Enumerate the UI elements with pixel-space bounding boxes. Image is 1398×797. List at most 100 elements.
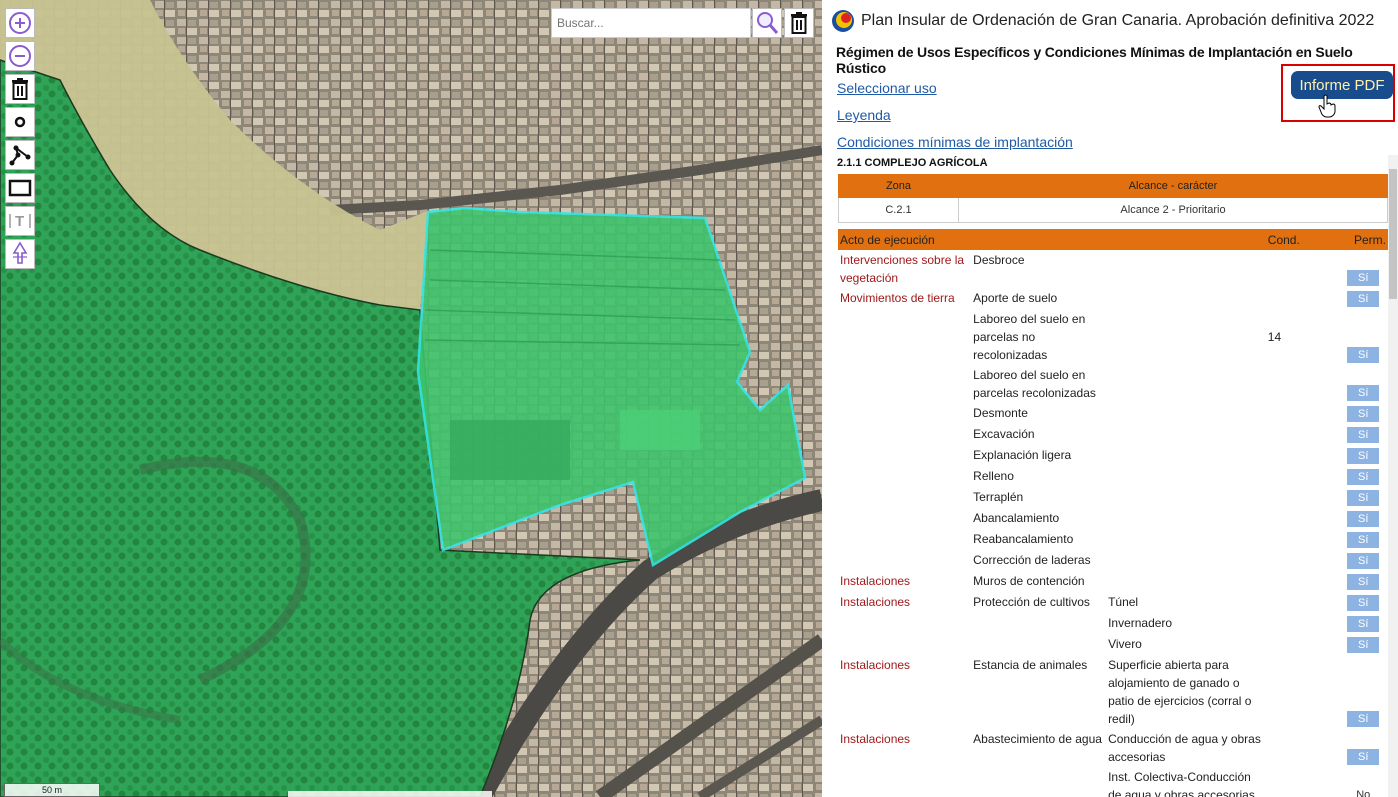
scrollbar-thumb[interactable] bbox=[1389, 169, 1397, 299]
permit-badge: Sí bbox=[1347, 385, 1380, 401]
sub-act-cell bbox=[1106, 365, 1266, 403]
page-title: Plan Insular de Ordenación de Gran Canar… bbox=[861, 12, 1375, 29]
cond-cell bbox=[1266, 767, 1339, 797]
table-row: Movimientos de tierra Aporte de suelo Sí bbox=[838, 288, 1388, 309]
info-panel: Plan Insular de Ordenación de Gran Canar… bbox=[822, 0, 1398, 797]
search-input[interactable] bbox=[551, 8, 751, 38]
perm-cell: Sí bbox=[1338, 508, 1388, 529]
category-cell: Intervenciones sobre la vegetación bbox=[840, 253, 965, 285]
condiciones-link[interactable]: Condiciones mínimas de implantación bbox=[837, 134, 1073, 150]
draw-line-button[interactable] bbox=[5, 140, 35, 170]
permit-badge: No bbox=[1356, 789, 1371, 797]
permit-badge: Sí bbox=[1347, 406, 1380, 422]
table-row: Instalaciones Protección de cultivos Túnel… bbox=[838, 592, 1388, 613]
category-cell: Movimientos de tierra bbox=[840, 291, 955, 305]
permit-badge: Sí bbox=[1347, 637, 1380, 653]
draw-point-button[interactable] bbox=[5, 107, 35, 137]
table-row: Terraplén Sí bbox=[838, 487, 1388, 508]
table-row: Instalaciones Abastecimiento de agua Condu… bbox=[838, 729, 1388, 767]
act-cell bbox=[971, 613, 1106, 634]
zone-cell: C.2.1 bbox=[838, 197, 959, 223]
sub-act-cell bbox=[1106, 309, 1266, 365]
perm-cell: Sí bbox=[1338, 571, 1388, 592]
sub-act-cell: Invernadero bbox=[1108, 616, 1173, 630]
permit-badge: Sí bbox=[1347, 749, 1380, 765]
category-cell bbox=[838, 487, 971, 508]
cond-cell bbox=[1266, 288, 1339, 309]
perm-cell: Sí bbox=[1338, 250, 1388, 288]
map-toolbar: T bbox=[5, 8, 37, 269]
category-cell bbox=[838, 529, 971, 550]
category-cell bbox=[838, 445, 971, 466]
search-icon bbox=[757, 12, 779, 34]
acts-header-perm: Perm. bbox=[1338, 229, 1388, 250]
cond-cell bbox=[1266, 445, 1339, 466]
permit-badge: Sí bbox=[1347, 595, 1380, 611]
table-row: Intervenciones sobre la vegetación Desbro… bbox=[838, 250, 1388, 288]
perm-cell: Sí bbox=[1338, 592, 1388, 613]
permit-badge: Sí bbox=[1347, 616, 1380, 632]
cabildo-logo-icon bbox=[832, 10, 854, 32]
category-cell bbox=[838, 309, 971, 365]
aerial-map[interactable] bbox=[0, 0, 822, 797]
permit-badge: Sí bbox=[1347, 291, 1380, 307]
informe-pdf-button[interactable]: Informe PDF bbox=[1291, 71, 1393, 99]
text-icon: T bbox=[9, 213, 31, 230]
delete-button[interactable] bbox=[5, 74, 35, 104]
sub-act-cell bbox=[1106, 445, 1266, 466]
seleccionar-uso-link[interactable]: Seleccionar uso bbox=[837, 80, 937, 96]
act-cell: Protección de cultivos bbox=[973, 595, 1090, 609]
permit-badge: Sí bbox=[1347, 490, 1380, 506]
leyenda-link[interactable]: Leyenda bbox=[837, 107, 891, 123]
zoom-in-button[interactable] bbox=[5, 8, 35, 38]
rectangle-icon bbox=[8, 179, 32, 197]
cond-cell bbox=[1266, 613, 1339, 634]
search-button[interactable] bbox=[752, 8, 782, 38]
table-row: Laboreo del suelo en parcelas recoloniza… bbox=[838, 365, 1388, 403]
cond-cell bbox=[1266, 250, 1339, 288]
perm-cell: Sí bbox=[1338, 487, 1388, 508]
sub-act-cell bbox=[1106, 550, 1266, 571]
select-tool-button[interactable] bbox=[5, 239, 35, 269]
trash-icon bbox=[12, 78, 28, 100]
table-row: Abancalamiento Sí bbox=[838, 508, 1388, 529]
table-row: Invernadero Sí bbox=[838, 613, 1388, 634]
permit-badge: Sí bbox=[1347, 469, 1380, 485]
map-view[interactable]: T 50 m bbox=[0, 0, 822, 797]
cond-cell bbox=[1266, 529, 1339, 550]
sub-act-cell bbox=[1106, 508, 1266, 529]
zoom-out-button[interactable] bbox=[5, 41, 35, 71]
pdf-highlight-box: Informe PDF bbox=[1281, 64, 1395, 122]
act-cell: Aporte de suelo bbox=[973, 291, 1058, 305]
sub-act-cell bbox=[1106, 250, 1266, 288]
zoom-out-icon bbox=[9, 45, 31, 67]
table-row: Laboreo del suelo en parcelas no recolon… bbox=[838, 309, 1388, 365]
hand-cursor-icon bbox=[1318, 94, 1336, 118]
table-row: Explanación ligera Sí bbox=[838, 445, 1388, 466]
clear-search-button[interactable] bbox=[784, 8, 814, 38]
sub-act-cell: Inst. Colectiva-Conducción de agua y obr… bbox=[1108, 770, 1255, 797]
table-row: Relleno Sí bbox=[838, 466, 1388, 487]
cond-cell bbox=[1266, 550, 1339, 571]
draw-rectangle-button[interactable] bbox=[5, 173, 35, 203]
zone-table: Zona Alcance - carácter C.2.1 Alcance 2 … bbox=[838, 174, 1388, 223]
zone-header: Zona bbox=[838, 174, 959, 198]
acts-header-blank1 bbox=[971, 229, 1107, 250]
act-cell: Corrección de laderas bbox=[973, 553, 1091, 567]
draw-text-button[interactable]: T bbox=[5, 206, 35, 236]
cond-cell: 14 bbox=[1267, 330, 1282, 344]
table-row: Corrección de laderas Sí bbox=[838, 550, 1388, 571]
table-row: Instalaciones Muros de contención Sí bbox=[838, 571, 1388, 592]
panel-scrollbar[interactable] bbox=[1388, 155, 1398, 797]
acts-header-blank2 bbox=[1106, 229, 1266, 250]
act-cell: Excavación bbox=[973, 427, 1035, 441]
permit-badge: Sí bbox=[1347, 347, 1380, 363]
category-cell: Instalaciones bbox=[840, 658, 911, 672]
acts-table-body: Intervenciones sobre la vegetación Desbro… bbox=[838, 250, 1388, 797]
cond-cell bbox=[1266, 592, 1339, 613]
act-cell: Abancalamiento bbox=[973, 511, 1060, 525]
perm-cell: Sí bbox=[1338, 466, 1388, 487]
permit-badge: Sí bbox=[1347, 553, 1380, 569]
act-cell bbox=[971, 634, 1106, 655]
category-cell bbox=[838, 365, 971, 403]
